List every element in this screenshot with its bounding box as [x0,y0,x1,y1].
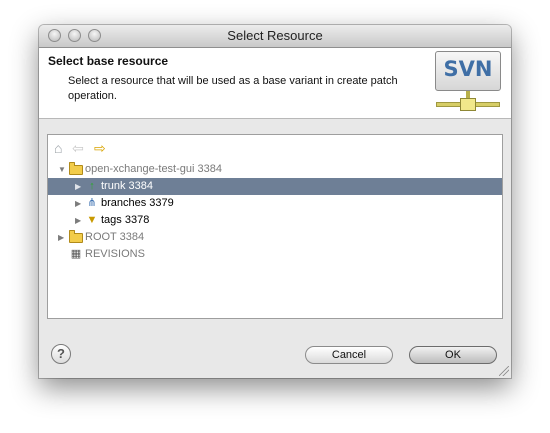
title-bar[interactable]: Select Resource [39,25,511,48]
collapse-arrow-icon[interactable]: ▶ [75,212,81,229]
tree-item-root[interactable]: ▶ ROOT 3384 [48,229,502,246]
collapse-arrow-icon[interactable]: ▶ [75,195,81,212]
tree-item-revisions[interactable]: ▦ REVISIONS [48,246,502,263]
tree-item-label: tags 3378 [101,214,150,226]
resource-tree: ▼ open-xchange-test-gui 3384 ▶ ↑ trunk 3… [48,161,502,263]
dialog-header: Select base resource Select a resource t… [39,48,511,119]
tree-item-label: open-xchange-test-gui 3384 [85,163,222,175]
resource-tree-panel: ⌂ ⇦ ⇨ ▼ open-xchange-test-gui 3384 ▶ ↑ t… [47,134,503,319]
select-resource-dialog: Select Resource Select base resource Sel… [39,25,511,378]
tree-item-label: ROOT 3384 [85,231,145,243]
tree-toolbar: ⌂ ⇦ ⇨ [48,135,502,161]
tree-item-label: trunk 3384 [101,180,153,192]
ok-button[interactable]: OK [409,346,497,364]
forward-arrow-icon[interactable]: ⇨ [94,140,106,156]
svn-logo-node [460,98,476,111]
tree-item-tags[interactable]: ▶ ▼ tags 3378 [48,212,502,229]
tree-item-label: branches 3379 [101,197,174,209]
svn-logo: SVN [433,51,503,116]
folder-icon [69,162,83,175]
folder-icon [69,230,83,243]
expand-arrow-icon[interactable]: ▼ [58,161,66,178]
branches-icon: ⋔ [87,197,97,209]
back-arrow-icon[interactable]: ⇦ [72,140,84,156]
svn-logo-text: SVN [443,57,493,81]
trunk-icon: ↑ [89,180,95,192]
revisions-icon: ▦ [70,248,82,260]
svn-logo-box: SVN [435,51,501,91]
tree-item-trunk[interactable]: ▶ ↑ trunk 3384 [48,178,502,195]
header-description: Select a resource that will be used as a… [68,75,398,102]
tree-item-branches[interactable]: ▶ ⋔ branches 3379 [48,195,502,212]
help-button[interactable]: ? [51,344,71,364]
tree-item-open-xchange-test-gui[interactable]: ▼ open-xchange-test-gui 3384 [48,161,502,178]
header-title: Select base resource [48,54,169,68]
tags-icon: ▼ [86,214,98,226]
tree-item-label: REVISIONS [85,248,145,260]
resize-grip-icon[interactable] [499,366,509,376]
dialog-footer: ? Cancel OK [39,330,511,378]
collapse-arrow-icon[interactable]: ▶ [75,178,81,195]
window-title: Select Resource [227,28,323,43]
collapse-arrow-icon[interactable]: ▶ [58,229,64,246]
cancel-button[interactable]: Cancel [305,346,393,364]
home-icon[interactable]: ⌂ [54,140,62,156]
